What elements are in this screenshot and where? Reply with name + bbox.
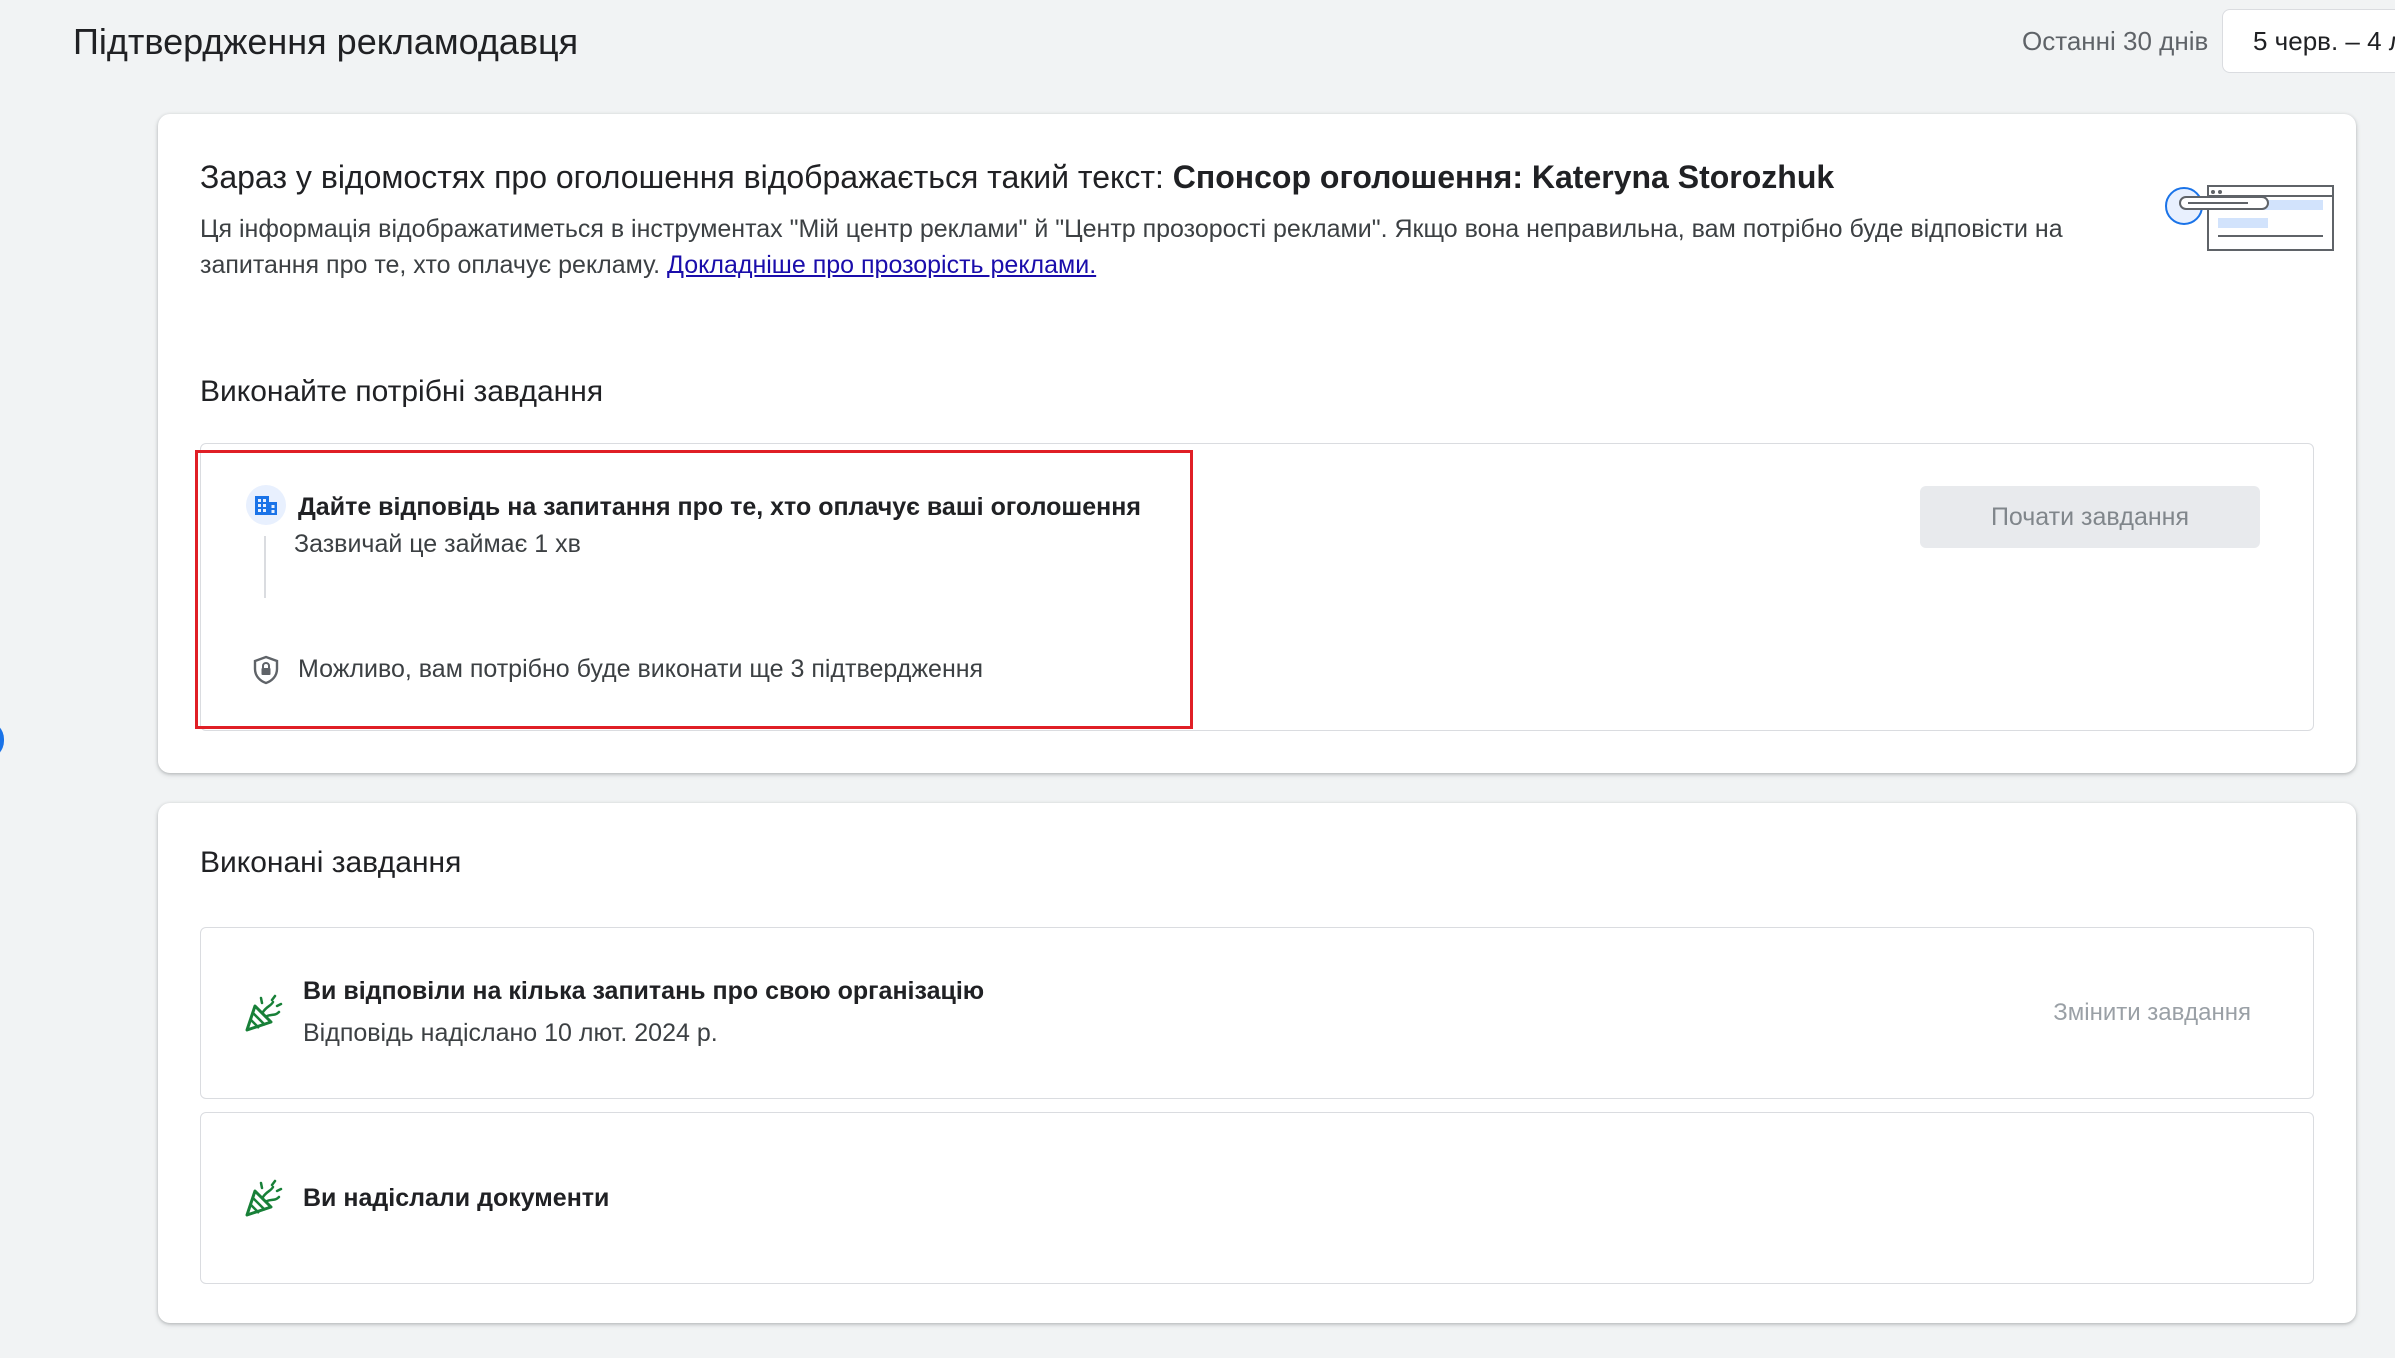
completed-task-item: Ви надіслали документи	[200, 1112, 2314, 1284]
description-text: Ця інформація відображатиметься в інстру…	[200, 215, 2063, 279]
party-popper-icon	[245, 994, 283, 1032]
page: Підтвердження рекламодавця Останні 30 дн…	[0, 0, 2395, 1358]
completed-task-item: Ви відповіли на кілька запитань про свою…	[200, 927, 2314, 1099]
completed-tasks-card: Виконані завдання Ви відповіли на кілька…	[158, 803, 2356, 1323]
task-duration: Зазвичай це займає 1 хв	[294, 530, 581, 558]
sponsor-description: Ця інформація відображатиметься в інстру…	[200, 211, 2180, 283]
completed-task-date: Відповідь надіслано 10 лют. 2024 р.	[303, 1019, 718, 1047]
edit-task-link[interactable]: Змінити завдання	[2053, 996, 2251, 1030]
party-popper-icon	[245, 1179, 283, 1217]
completed-tasks-title: Виконані завдання	[200, 846, 462, 879]
task-connector-line	[264, 536, 266, 598]
date-range-picker[interactable]: 5 черв. – 4 л	[2222, 9, 2395, 73]
required-tasks-title: Виконайте потрібні завдання	[200, 375, 604, 408]
date-range-label: Останні 30 днів	[2022, 26, 2209, 56]
learn-more-link[interactable]: Докладніше про прозорість реклами.	[667, 251, 1096, 279]
verification-card: Зараз у відомостях про оголошення відобр…	[158, 114, 2356, 773]
side-panel-handle[interactable]	[0, 721, 4, 759]
task-title: Дайте відповідь на запитання про те, хто…	[298, 493, 1141, 521]
sponsor-info: Зараз у відомостях про оголошення відобр…	[200, 156, 2100, 198]
completed-task-title: Ви відповіли на кілька запитань про свою…	[303, 977, 985, 1005]
sponsor-name: Спонсор оголошення: Kateryna Storozhuk	[1172, 159, 1835, 195]
verification-note: Можливо, вам потрібно буде виконати ще 3…	[298, 655, 984, 683]
building-icon	[246, 485, 286, 525]
sponsor-info-prefix: Зараз у відомостях про оголошення відобр…	[200, 159, 1173, 195]
ad-transparency-illustration-icon	[2165, 185, 2334, 251]
page-title: Підтвердження рекламодавця	[73, 21, 579, 62]
shield-icon	[248, 652, 284, 688]
completed-task-title: Ви надіслали документи	[303, 1184, 610, 1212]
start-task-button[interactable]: Почати завдання	[1920, 486, 2260, 548]
